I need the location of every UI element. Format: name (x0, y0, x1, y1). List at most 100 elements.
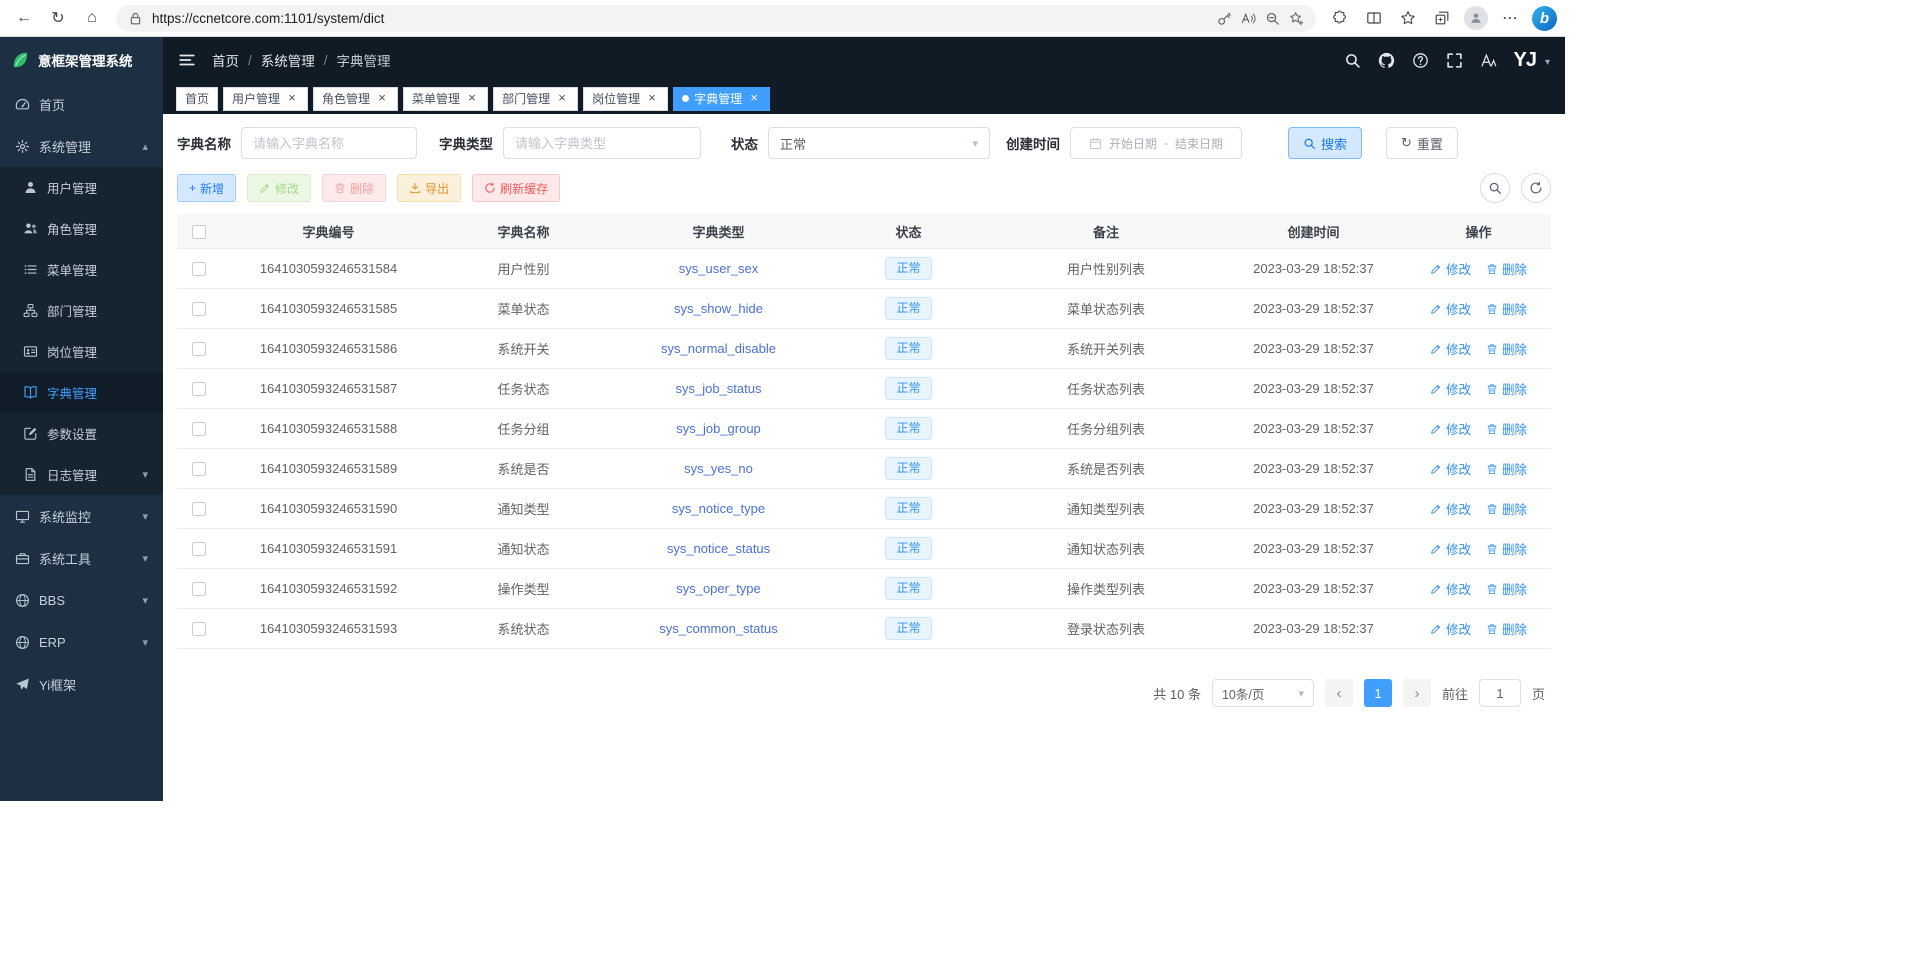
address-bar[interactable]: https://ccnetcore.com:1101/system/dict (116, 5, 1316, 32)
zoom-icon[interactable] (1265, 11, 1280, 26)
row-checkbox[interactable] (192, 382, 206, 396)
close-icon[interactable]: × (747, 92, 761, 106)
dict-type-link[interactable]: sys_notice_status (667, 541, 770, 556)
refresh-cache-button[interactable]: 刷新缓存 (472, 174, 560, 202)
caret-down-icon[interactable]: ▾ (1545, 57, 1550, 70)
row-delete-link[interactable]: 删除 (1486, 579, 1527, 598)
breadcrumb-system[interactable]: 系统管理 (261, 50, 315, 70)
close-icon[interactable]: × (375, 92, 389, 106)
sidebar-item-bbs[interactable]: BBS ▾ (0, 579, 163, 621)
reset-button[interactable]: ↻ 重置 (1386, 127, 1458, 159)
github-icon[interactable] (1378, 52, 1395, 69)
breadcrumb-home[interactable]: 首页 (212, 50, 239, 70)
row-delete-link[interactable]: 删除 (1486, 379, 1527, 398)
collections-button[interactable] (1426, 3, 1458, 33)
row-delete-link[interactable]: 删除 (1486, 499, 1527, 518)
row-checkbox[interactable] (192, 622, 206, 636)
row-delete-link[interactable]: 删除 (1486, 419, 1527, 438)
bing-sidebar-button[interactable]: b (1532, 6, 1557, 31)
row-edit-link[interactable]: 修改 (1430, 459, 1471, 478)
current-page-button[interactable]: 1 (1364, 679, 1392, 707)
add-button[interactable]: + 新增 (177, 174, 236, 202)
refresh-table-button[interactable] (1521, 173, 1551, 203)
edit-button[interactable]: 修改 (247, 174, 311, 202)
sidebar-item-monitor[interactable]: 系统监控 ▾ (0, 495, 163, 537)
dict-type-link[interactable]: sys_job_group (676, 421, 761, 436)
date-range-picker[interactable]: 开始日期 - 结束日期 (1070, 127, 1242, 159)
row-edit-link[interactable]: 修改 (1430, 379, 1471, 398)
dict-name-input[interactable] (241, 127, 417, 159)
search-button[interactable]: 搜索 (1288, 127, 1362, 159)
hamburger-icon[interactable] (178, 51, 196, 69)
tab-role-mgmt[interactable]: 角色管理× (313, 87, 398, 111)
row-checkbox[interactable] (192, 542, 206, 556)
fullscreen-icon[interactable] (1446, 52, 1463, 69)
tab-home[interactable]: 首页 (176, 87, 218, 111)
dict-type-link[interactable]: sys_user_sex (679, 261, 758, 276)
dict-type-link[interactable]: sys_normal_disable (661, 341, 776, 356)
row-delete-link[interactable]: 删除 (1486, 459, 1527, 478)
export-button[interactable]: 导出 (397, 174, 461, 202)
tab-post-mgmt[interactable]: 岗位管理× (583, 87, 668, 111)
sidebar-item-post-mgmt[interactable]: 岗位管理 (0, 331, 163, 372)
dict-type-link[interactable]: sys_oper_type (676, 581, 761, 596)
profile-avatar[interactable] (1464, 6, 1488, 30)
tab-dict-mgmt[interactable]: 字典管理× (673, 87, 770, 111)
split-screen-button[interactable] (1358, 3, 1390, 33)
row-edit-link[interactable]: 修改 (1430, 539, 1471, 558)
row-edit-link[interactable]: 修改 (1430, 299, 1471, 318)
close-icon[interactable]: × (465, 92, 479, 106)
row-checkbox[interactable] (192, 342, 206, 356)
sidebar-item-yi-framework[interactable]: Yi框架 (0, 663, 163, 705)
row-edit-link[interactable]: 修改 (1430, 419, 1471, 438)
row-delete-link[interactable]: 删除 (1486, 619, 1527, 638)
dict-type-input[interactable] (503, 127, 701, 159)
tab-dept-mgmt[interactable]: 部门管理× (493, 87, 578, 111)
row-checkbox[interactable] (192, 422, 206, 436)
back-button[interactable]: ← (8, 3, 40, 33)
sidebar-item-tools[interactable]: 系统工具 ▾ (0, 537, 163, 579)
close-icon[interactable]: × (645, 92, 659, 106)
dict-type-link[interactable]: sys_notice_type (672, 501, 765, 516)
help-icon[interactable] (1412, 52, 1429, 69)
sidebar-item-menu-mgmt[interactable]: 菜单管理 (0, 249, 163, 290)
key-icon[interactable] (1217, 11, 1232, 26)
add-favorite-icon[interactable] (1289, 11, 1304, 26)
row-delete-link[interactable]: 删除 (1486, 339, 1527, 358)
row-checkbox[interactable] (192, 582, 206, 596)
sidebar-item-param-settings[interactable]: 参数设置 (0, 413, 163, 454)
home-button[interactable]: ⌂ (76, 3, 108, 33)
sidebar-item-system[interactable]: 系统管理 ▴ (0, 125, 163, 167)
sidebar-item-role-mgmt[interactable]: 角色管理 (0, 208, 163, 249)
status-select[interactable]: 正常 ▾ (768, 127, 990, 159)
page-size-select[interactable]: 10条/页 ▾ (1212, 679, 1314, 707)
row-edit-link[interactable]: 修改 (1430, 579, 1471, 598)
search-icon[interactable] (1344, 52, 1361, 69)
select-all-checkbox[interactable] (192, 225, 206, 239)
sidebar-item-user-mgmt[interactable]: 用户管理 (0, 167, 163, 208)
url-text[interactable]: https://ccnetcore.com:1101/system/dict (152, 11, 1208, 26)
dict-type-link[interactable]: sys_job_status (676, 381, 762, 396)
row-edit-link[interactable]: 修改 (1430, 339, 1471, 358)
sidebar-item-erp[interactable]: ERP ▾ (0, 621, 163, 663)
row-edit-link[interactable]: 修改 (1430, 259, 1471, 278)
read-aloud-icon[interactable] (1241, 11, 1256, 26)
reload-button[interactable]: ↻ (42, 3, 74, 33)
row-edit-link[interactable]: 修改 (1430, 499, 1471, 518)
browser-menu-button[interactable]: ⋯ (1494, 3, 1526, 33)
font-size-icon[interactable] (1480, 52, 1497, 69)
next-page-button[interactable]: › (1403, 679, 1431, 707)
dict-type-link[interactable]: sys_show_hide (674, 301, 763, 316)
dict-type-link[interactable]: sys_yes_no (684, 461, 753, 476)
sidebar-item-home[interactable]: 首页 (0, 83, 163, 125)
user-logo[interactable]: YJ (1514, 50, 1536, 70)
close-icon[interactable]: × (555, 92, 569, 106)
row-checkbox[interactable] (192, 502, 206, 516)
favorites-button[interactable] (1392, 3, 1424, 33)
goto-page-input[interactable] (1479, 679, 1521, 707)
row-checkbox[interactable] (192, 302, 206, 316)
delete-button[interactable]: 删除 (322, 174, 386, 202)
row-delete-link[interactable]: 删除 (1486, 259, 1527, 278)
tab-menu-mgmt[interactable]: 菜单管理× (403, 87, 488, 111)
row-checkbox[interactable] (192, 462, 206, 476)
